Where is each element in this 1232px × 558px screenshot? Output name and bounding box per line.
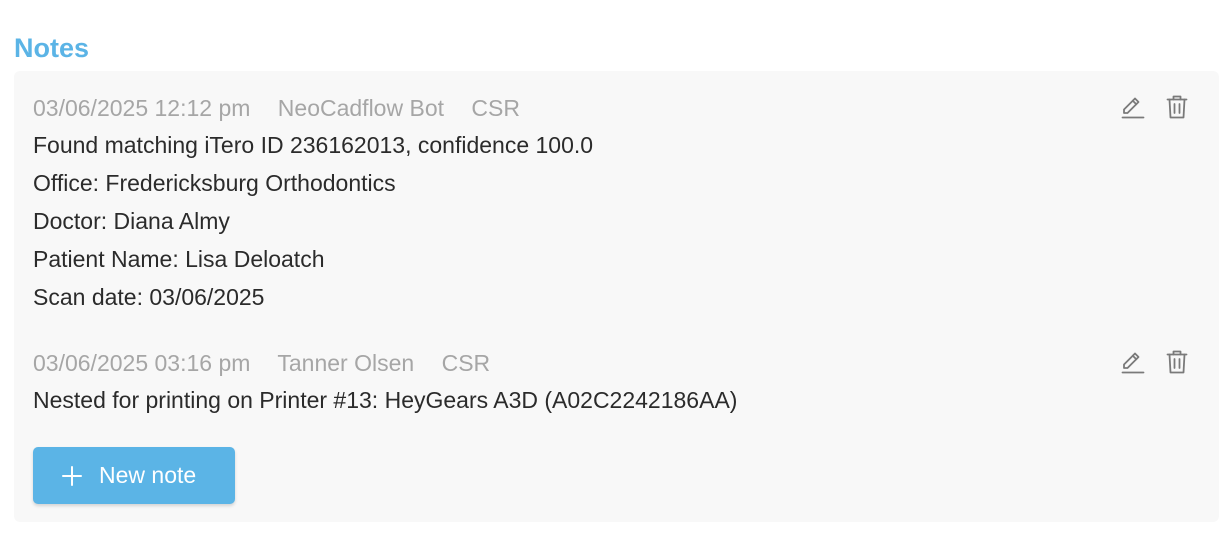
- note-meta: 03/06/2025 03:16 pm Tanner Olsen CSR: [33, 345, 1219, 381]
- trash-icon: [1166, 95, 1188, 119]
- edit-note-button[interactable]: [1120, 349, 1146, 375]
- pencil-icon: [1121, 97, 1145, 119]
- note-text-line: Patient Name: Lisa Deloatch: [33, 246, 325, 272]
- note-date: 03/06/2025 12:12 pm: [33, 95, 251, 121]
- new-note-button[interactable]: New note: [33, 447, 235, 504]
- note-text-line: Scan date: 03/06/2025: [33, 284, 265, 310]
- note-item: 03/06/2025 03:16 pm Tanner Olsen CSR Nes…: [33, 345, 1219, 419]
- notes-section-title: Notes: [14, 33, 90, 63]
- notes-panel: 03/06/2025 12:12 pm NeoCadflow Bot CSR F…: [14, 71, 1219, 522]
- note-role: CSR: [441, 350, 491, 376]
- delete-note-button[interactable]: [1164, 94, 1190, 120]
- trash-icon: [1166, 350, 1188, 374]
- note-actions: [1120, 349, 1190, 375]
- note-meta: 03/06/2025 12:12 pm NeoCadflow Bot CSR: [33, 90, 1219, 126]
- note-item: 03/06/2025 12:12 pm NeoCadflow Bot CSR F…: [33, 90, 1219, 316]
- note-role: CSR: [471, 95, 520, 121]
- delete-note-button[interactable]: [1164, 349, 1190, 375]
- note-author: NeoCadflow Bot: [277, 95, 444, 121]
- pencil-icon: [1121, 352, 1145, 374]
- note-text-line: Office: Fredericksburg Orthodontics: [33, 170, 396, 196]
- note-text-line: Nested for printing on Printer #13: HeyG…: [33, 387, 738, 413]
- note-actions: [1120, 94, 1190, 120]
- note-text-line: Found matching iTero ID 236162013, confi…: [33, 132, 594, 158]
- plus-icon: [61, 465, 83, 487]
- new-note-label: New note: [99, 462, 197, 488]
- edit-note-button[interactable]: [1120, 94, 1146, 120]
- note-text-line: Doctor: Diana Almy: [33, 208, 230, 234]
- note-date: 03/06/2025 03:16 pm: [33, 350, 251, 376]
- note-author: Tanner Olsen: [277, 350, 415, 376]
